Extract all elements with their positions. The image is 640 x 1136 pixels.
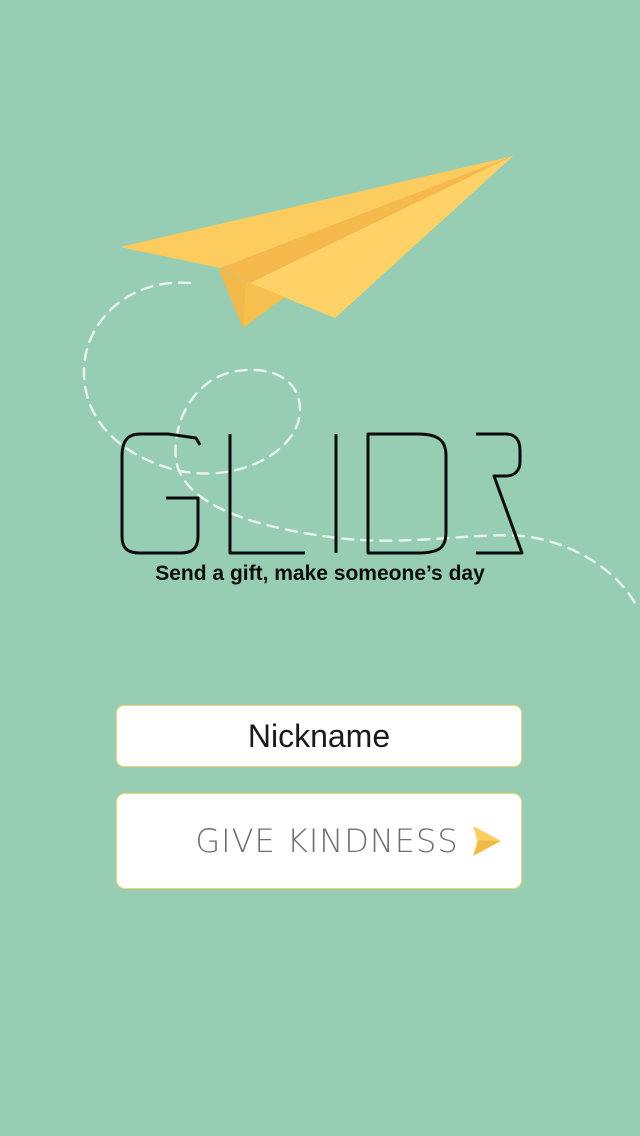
paper-plane-arrow-icon [472, 826, 501, 856]
give-kindness-label: GIVE KINDNESS [195, 822, 459, 860]
nickname-input[interactable] [116, 705, 522, 767]
tagline: Send a gift, make someone’s day [155, 562, 485, 585]
login-screen: Send a gift, make someone’s day GIVE KIN… [0, 0, 640, 1136]
give-kindness-button[interactable]: GIVE KINDNESS [116, 793, 522, 889]
